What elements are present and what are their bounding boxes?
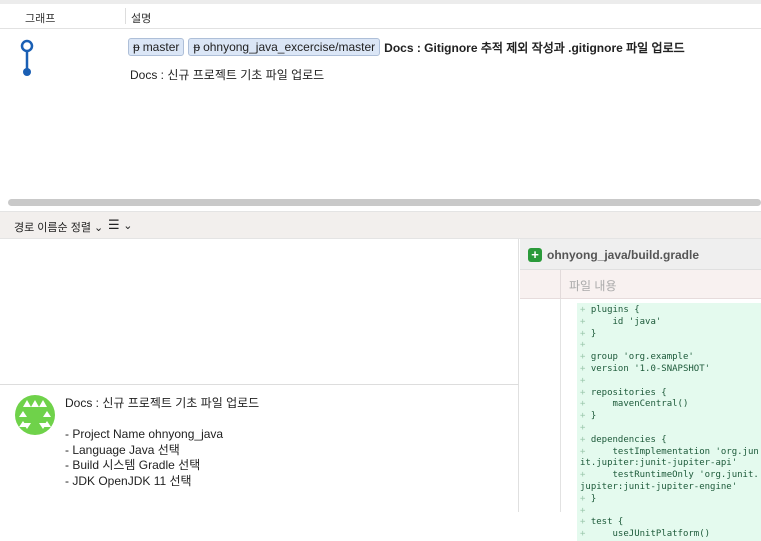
commit-message: Docs : 신규 프로젝트 기초 파일 업로드 - Project Name …: [65, 396, 260, 488]
diff-line: +: [580, 423, 759, 435]
added-line-marker: +: [580, 422, 591, 433]
added-line-marker: +: [580, 352, 591, 363]
code-text: useJUnitPlatform(): [590, 529, 711, 540]
diff-line: + testRuntimeOnly 'org.junit.jupiter:jun…: [580, 470, 759, 494]
description-column-header[interactable]: 설명: [131, 10, 151, 26]
added-line-marker: +: [580, 363, 591, 374]
diff-line: + useJUnitPlatform(): [580, 529, 759, 541]
line-number-gutter: [560, 299, 561, 512]
diff-line: + dependencies {: [580, 435, 759, 447]
chevron-down-icon: ⌄: [94, 222, 104, 234]
list-icon: ☰: [108, 217, 120, 232]
code-text: dependencies {: [590, 434, 667, 445]
code-text: plugins {: [590, 305, 640, 315]
branch-badge[interactable]: ᵽ master: [128, 38, 185, 56]
parent-commit-row[interactable]: Docs : 신규 프로젝트 기초 파일 업로드: [130, 66, 324, 83]
diff-line: + plugins {: [580, 305, 759, 317]
diff-line: +: [580, 506, 759, 518]
code-text: testRuntimeOnly 'org.junit.jupiter:junit…: [580, 470, 759, 492]
code-text: }: [590, 411, 597, 422]
diff-line: + group 'org.example': [580, 352, 759, 364]
column-header: 그래프 설명: [0, 4, 761, 29]
diff-line: + testImplementation 'org.junit.jupiter:…: [580, 447, 759, 471]
added-line-marker: +: [580, 493, 591, 504]
diff-line: + }: [580, 494, 759, 506]
code-text: version '1.0-SNAPSHOT': [590, 363, 711, 374]
diff-code: + plugins {+ id 'java' + } + + group 'org.…: [577, 303, 761, 541]
added-line-marker: +: [580, 375, 591, 386]
added-line-marker: +: [580, 340, 591, 351]
remote-branch-badge[interactable]: ᵽ ohnyong_java_excercise/master: [188, 38, 381, 56]
identicon-icon: [19, 400, 51, 429]
chevron-down-icon: ⌄: [123, 220, 133, 232]
added-line-marker: +: [580, 434, 591, 445]
code-text: mavenCentral(): [590, 399, 689, 410]
file-header[interactable]: + ohnyong_java/build.gradle: [520, 239, 761, 270]
diff-line: + }: [580, 329, 759, 341]
added-line-marker: +: [580, 399, 591, 410]
code-text: id 'java': [590, 316, 662, 327]
diff-line: +: [580, 376, 759, 388]
added-line-marker: +: [580, 387, 591, 398]
code-text: test {: [590, 517, 624, 528]
code-text: group 'org.example': [590, 352, 694, 363]
added-line-marker: +: [580, 470, 591, 481]
file-content-header: 파일 내용: [520, 270, 761, 299]
added-file-icon: +: [528, 248, 542, 262]
commit-graph-icon: [20, 39, 34, 76]
branch-icon: ᵽ: [133, 40, 140, 54]
added-line-marker: +: [580, 529, 591, 540]
diff-line: + test {: [580, 517, 759, 529]
diff-line: + repositories {: [580, 388, 759, 400]
file-content-label: 파일 내용: [569, 279, 617, 293]
graph-column-header[interactable]: 그래프: [25, 10, 55, 26]
code-text: testImplementation 'org.junit.jupiter:ju…: [580, 446, 759, 469]
horizontal-scrollbar[interactable]: [8, 199, 761, 206]
added-line-marker: +: [580, 411, 591, 422]
diff-line: + version '1.0-SNAPSHOT': [580, 364, 759, 376]
pane-divider[interactable]: [0, 384, 519, 385]
added-line-marker: +: [580, 305, 591, 315]
commit-row[interactable]: ᵽ master ᵽ ohnyong_java_excercise/master D…: [128, 38, 685, 56]
diff-line: + }: [580, 411, 759, 423]
added-line-marker: +: [580, 517, 591, 528]
view-mode-dropdown[interactable]: ☰ ⌄: [108, 217, 133, 233]
column-divider[interactable]: [125, 8, 126, 24]
file-path: ohnyong_java/build.gradle: [547, 248, 700, 262]
code-text: }: [590, 493, 597, 504]
diff-line: + id 'java': [580, 317, 759, 329]
diff-line: +: [580, 340, 759, 352]
branch-icon: ᵽ: [193, 40, 201, 54]
file-toolbar: 경로 이름순 정렬 ⌄ ☰ ⌄: [0, 211, 761, 239]
code-text: repositories {: [590, 387, 667, 398]
avatar: [15, 395, 55, 435]
added-line-marker: +: [580, 316, 591, 327]
code-text: }: [590, 328, 597, 339]
commit-subject: Docs : Gitignore 추적 제외 작성과 .gitignore 파일…: [384, 40, 685, 55]
added-line-marker: +: [580, 446, 591, 457]
added-line-marker: +: [580, 328, 591, 339]
added-line-marker: +: [580, 505, 591, 516]
diff-line: + mavenCentral(): [580, 399, 759, 411]
sort-dropdown[interactable]: 경로 이름순 정렬 ⌄: [14, 219, 103, 235]
